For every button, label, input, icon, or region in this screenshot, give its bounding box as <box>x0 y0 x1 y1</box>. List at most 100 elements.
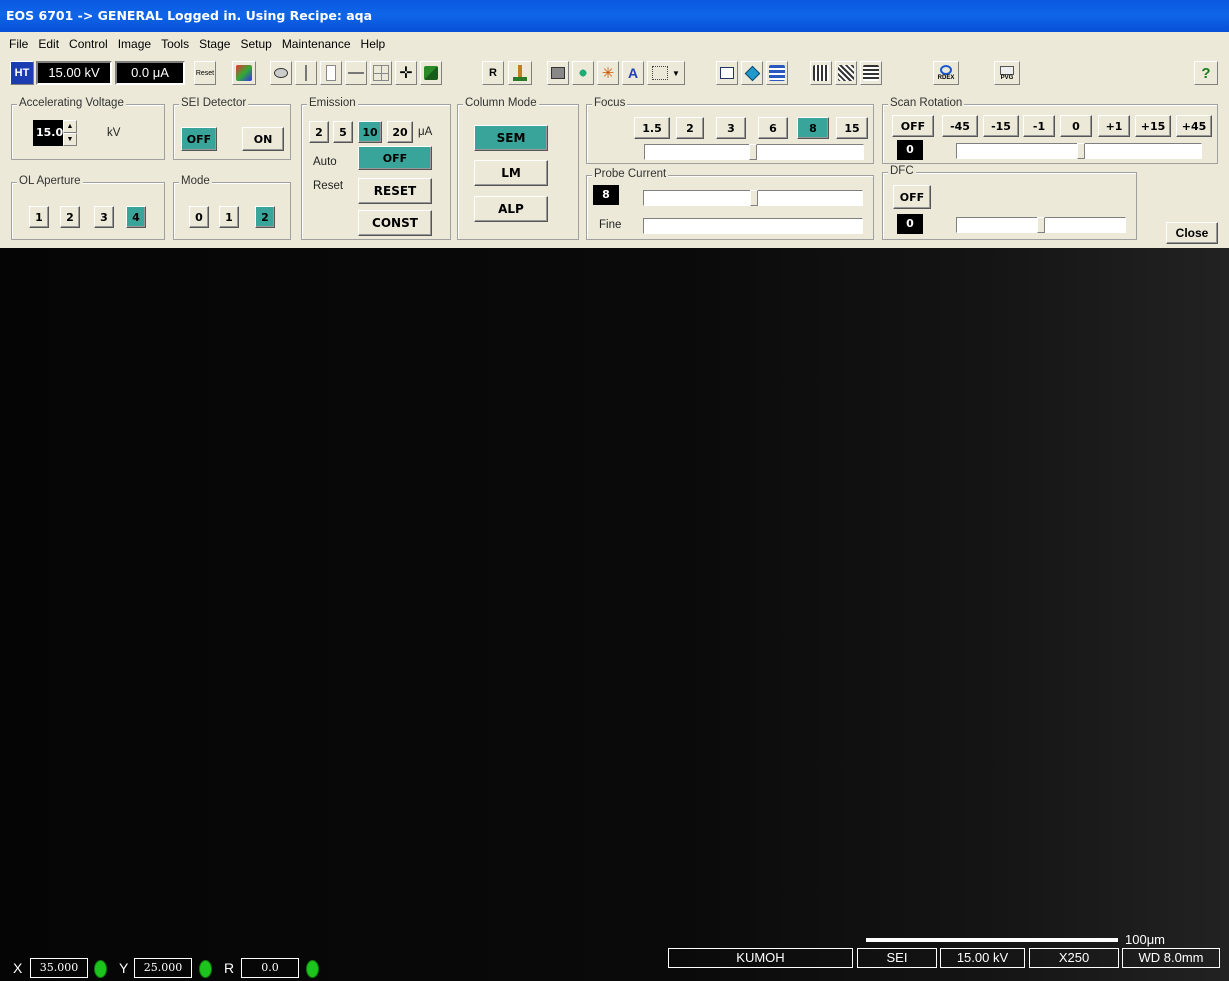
focus-1.5[interactable]: 1.5 <box>634 117 670 139</box>
r-status-led <box>306 960 319 978</box>
column-mode-alp[interactable]: ALP <box>474 196 548 222</box>
probe-current-slider[interactable] <box>643 190 863 206</box>
focus-slider[interactable] <box>644 144 864 160</box>
scan-rotation-slider[interactable] <box>956 143 1202 159</box>
scale-bar <box>866 938 1118 942</box>
close-button[interactable]: Close <box>1166 222 1218 244</box>
scan-rotation-plus-1[interactable]: +1 <box>1098 115 1130 137</box>
r-label: R <box>224 960 235 976</box>
focus-15[interactable]: 15 <box>836 117 868 139</box>
column-mode-lm[interactable]: LM <box>474 160 548 186</box>
scan-rotation-minus-15[interactable]: -15 <box>983 115 1019 137</box>
focus-8[interactable]: 8 <box>797 117 829 139</box>
sei-off-button[interactable]: OFF <box>181 127 217 151</box>
focus-6[interactable]: 6 <box>758 117 788 139</box>
menu-image[interactable]: Image <box>113 37 156 51</box>
mode-2[interactable]: 2 <box>255 206 275 228</box>
network-icon[interactable] <box>572 61 594 85</box>
menu-stage[interactable]: Stage <box>194 37 235 51</box>
scan-rotation-0[interactable]: 0 <box>1060 115 1092 137</box>
emission-const-button[interactable]: CONST <box>358 210 432 236</box>
emission-reset-label: Reset <box>313 180 344 192</box>
split-vertical-icon[interactable] <box>295 61 317 85</box>
star-icon[interactable]: ✳ <box>597 61 619 85</box>
mode-1[interactable]: 1 <box>219 206 239 228</box>
ht-button[interactable]: HT <box>10 61 34 85</box>
scale-label: 100μm <box>1125 932 1166 947</box>
align-icon[interactable] <box>766 61 788 85</box>
menu-control[interactable]: Control <box>64 37 113 51</box>
diamond-icon[interactable] <box>741 61 763 85</box>
half-vertical-icon[interactable] <box>320 61 342 85</box>
menu-file[interactable]: File <box>4 37 33 51</box>
crosshair-icon[interactable]: ✛ <box>395 61 417 85</box>
spin-up-icon[interactable]: ▲ <box>63 120 77 133</box>
menu-tools[interactable]: Tools <box>156 37 194 51</box>
pvg-icon[interactable]: PVG <box>994 61 1020 85</box>
rdex-icon[interactable]: RDEX <box>933 61 959 85</box>
emission-unit: μA <box>418 126 433 138</box>
window-title: EOS 6701 -> GENERAL Logged in. Using Rec… <box>0 0 1229 32</box>
working-distance-status: WD 8.0mm <box>1122 948 1220 968</box>
mode-0[interactable]: 0 <box>189 206 209 228</box>
filter-icon[interactable] <box>232 61 256 85</box>
emission-10[interactable]: 10 <box>358 121 382 143</box>
status-bar: X 35.000 Y 25.000 R 0.0 KUMOH SEI 15.00 … <box>0 948 1229 981</box>
help-icon[interactable]: ? <box>1194 61 1218 85</box>
sem-image-viewport[interactable] <box>0 248 1229 981</box>
scan-rotation-value: 0 <box>897 140 923 160</box>
focus-3[interactable]: 3 <box>716 117 746 139</box>
reset-icon[interactable]: Reset <box>194 61 216 85</box>
text-annotate-icon[interactable]: A <box>622 61 644 85</box>
menu-setup[interactable]: Setup <box>235 37 276 51</box>
menu-help[interactable]: Help <box>356 37 391 51</box>
emission-2[interactable]: 2 <box>309 121 329 143</box>
x-coordinate: 35.000 <box>30 958 88 978</box>
ol-aperture-4[interactable]: 4 <box>126 206 146 228</box>
scan-rotation-plus-45[interactable]: +45 <box>1176 115 1212 137</box>
split-horizontal-icon[interactable] <box>345 61 367 85</box>
probe-fine-label: Fine <box>599 219 622 231</box>
x-status-led <box>94 960 107 978</box>
emission-20[interactable]: 20 <box>387 121 413 143</box>
magnification-status: X250 <box>1029 948 1119 968</box>
stage-icon[interactable] <box>508 61 532 85</box>
y-status-led <box>199 960 212 978</box>
focus-2[interactable]: 2 <box>676 117 704 139</box>
printer-icon[interactable] <box>547 61 569 85</box>
r-icon[interactable]: R <box>482 61 504 85</box>
scan-rotation-off[interactable]: OFF <box>892 115 934 137</box>
dfc-off-button[interactable]: OFF <box>893 185 931 209</box>
accel-unit: kV <box>107 127 121 139</box>
ol-aperture-2[interactable]: 2 <box>60 206 80 228</box>
selection-dropdown[interactable]: ▼ <box>647 61 685 85</box>
panel-icon[interactable] <box>716 61 738 85</box>
emission-reset-button[interactable]: RESET <box>358 178 432 204</box>
emission-5[interactable]: 5 <box>333 121 353 143</box>
window-arrange-icon[interactable] <box>420 61 442 85</box>
scan-rotation-minus-1[interactable]: -1 <box>1023 115 1055 137</box>
menu-maintenance[interactable]: Maintenance <box>277 37 356 51</box>
site-name: KUMOH <box>668 948 853 968</box>
spin-down-icon[interactable]: ▼ <box>63 133 77 146</box>
dfc-slider[interactable] <box>956 217 1126 233</box>
grid-b-icon[interactable] <box>835 61 857 85</box>
ol-aperture-3[interactable]: 3 <box>94 206 114 228</box>
scan-rotation-plus-15[interactable]: +15 <box>1135 115 1171 137</box>
scan-rotation-minus-45[interactable]: -45 <box>942 115 978 137</box>
y-label: Y <box>119 960 129 976</box>
menu-edit[interactable]: Edit <box>33 37 64 51</box>
grid-c-icon[interactable] <box>860 61 882 85</box>
y-coordinate: 25.000 <box>134 958 192 978</box>
sei-on-button[interactable]: ON <box>242 127 284 151</box>
grid-a-icon[interactable] <box>810 61 832 85</box>
emission-auto-off-button[interactable]: OFF <box>358 146 432 170</box>
quad-split-icon[interactable] <box>370 61 392 85</box>
column-mode-sem[interactable]: SEM <box>474 125 548 151</box>
ellipse-icon[interactable] <box>270 61 292 85</box>
accel-voltage-spinner[interactable]: 15.0 <box>33 120 63 146</box>
probe-fine-slider[interactable] <box>643 218 863 234</box>
kv-status: 15.00 kV <box>940 948 1025 968</box>
emission-auto-label: Auto <box>313 156 337 168</box>
ol-aperture-1[interactable]: 1 <box>29 206 49 228</box>
